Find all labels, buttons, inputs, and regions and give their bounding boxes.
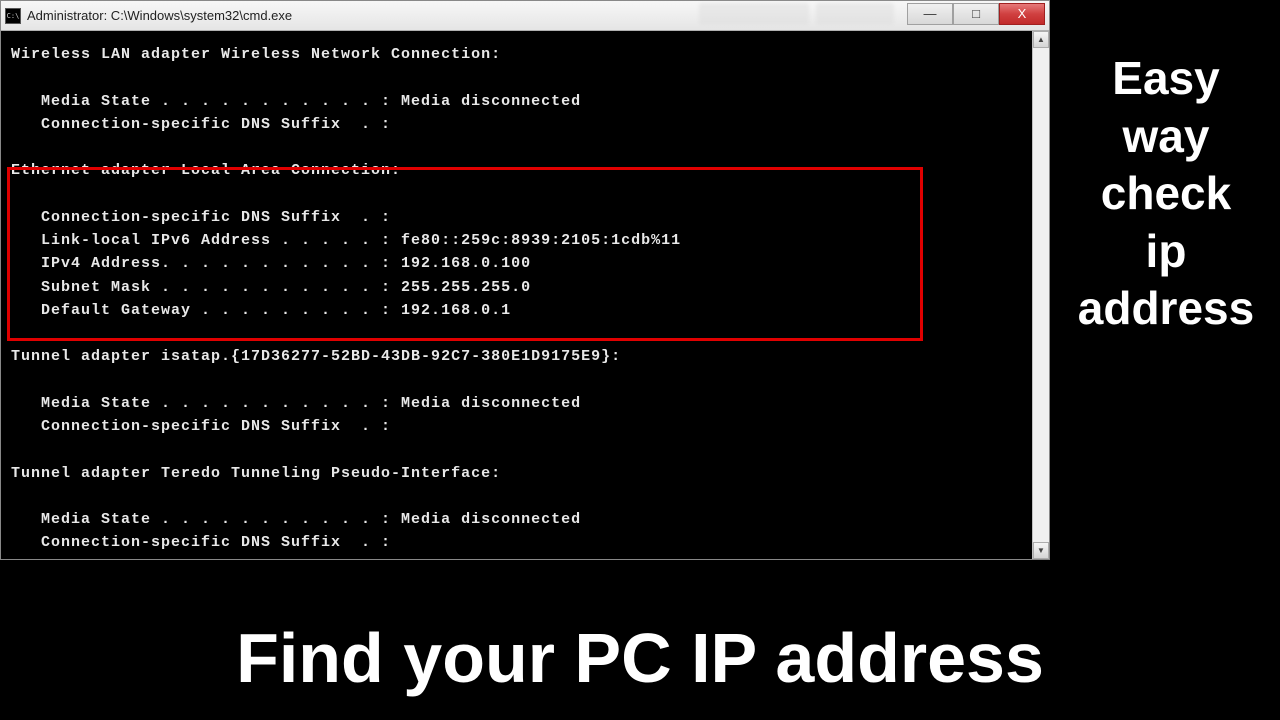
terminal-output[interactable]: Wireless LAN adapter Wireless Network Co… bbox=[1, 31, 1049, 559]
output-line: Tunnel adapter isatap.{17D36277-52BD-43D… bbox=[11, 348, 621, 365]
minimize-button[interactable]: — bbox=[907, 3, 953, 25]
output-line: Connection-specific DNS Suffix . : bbox=[11, 534, 391, 551]
cmd-icon bbox=[5, 8, 21, 24]
scroll-up-button[interactable]: ▲ bbox=[1033, 31, 1049, 48]
background-window-hint bbox=[816, 3, 894, 25]
window-titlebar[interactable]: Administrator: C:\Windows\system32\cmd.e… bbox=[1, 1, 1049, 31]
window-controls: — □ X bbox=[907, 7, 1045, 25]
output-line: IPv4 Address. . . . . . . . . . . : 192.… bbox=[11, 255, 531, 272]
output-line: Media State . . . . . . . . . . . : Medi… bbox=[11, 93, 581, 110]
scrollbar[interactable]: ▲ ▼ bbox=[1032, 31, 1049, 559]
close-button[interactable]: X bbox=[999, 3, 1045, 25]
side-line: address bbox=[1052, 280, 1280, 338]
maximize-button[interactable]: □ bbox=[953, 3, 999, 25]
output-line: Connection-specific DNS Suffix . : bbox=[11, 116, 391, 133]
output-line: Media State . . . . . . . . . . . : Medi… bbox=[11, 511, 581, 528]
output-line: Wireless LAN adapter Wireless Network Co… bbox=[11, 46, 501, 63]
bottom-overlay-text: Find your PC IP address bbox=[0, 618, 1280, 698]
output-line: Subnet Mask . . . . . . . . . . . : 255.… bbox=[11, 279, 531, 296]
output-line: Default Gateway . . . . . . . . . : 192.… bbox=[11, 302, 511, 319]
output-line: Ethernet adapter Local Area Connection: bbox=[11, 162, 401, 179]
output-line: Media State . . . . . . . . . . . : Medi… bbox=[11, 395, 581, 412]
scroll-down-button[interactable]: ▼ bbox=[1033, 542, 1049, 559]
side-line: ip bbox=[1052, 223, 1280, 281]
side-line: Easy bbox=[1052, 50, 1280, 108]
output-line: Tunnel adapter Teredo Tunneling Pseudo-I… bbox=[11, 465, 501, 482]
background-window-hint bbox=[699, 3, 809, 25]
cmd-window: Administrator: C:\Windows\system32\cmd.e… bbox=[0, 0, 1050, 560]
output-line: Link-local IPv6 Address . . . . . : fe80… bbox=[11, 232, 681, 249]
side-line: check bbox=[1052, 165, 1280, 223]
output-line: Connection-specific DNS Suffix . : bbox=[11, 418, 391, 435]
side-line: way bbox=[1052, 108, 1280, 166]
output-line: Connection-specific DNS Suffix . : bbox=[11, 209, 391, 226]
side-overlay-text: Easy way check ip address bbox=[1052, 50, 1280, 338]
